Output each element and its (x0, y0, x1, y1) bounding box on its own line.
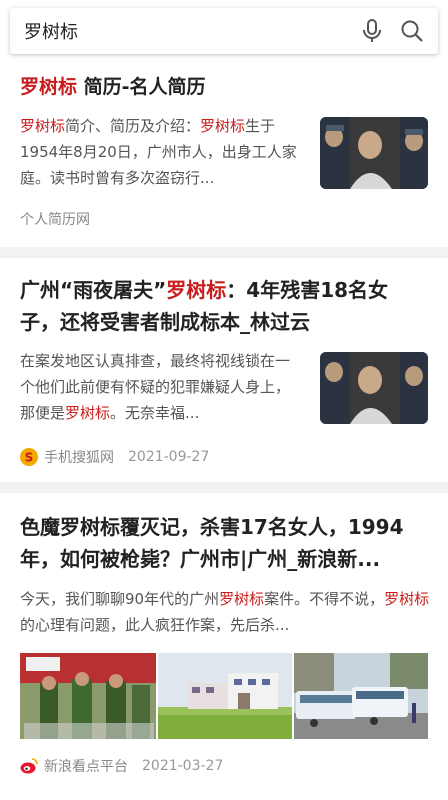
result-1-snippet-segment: 罗树标 (200, 117, 246, 135)
result-3-snippet-segment: 案件。不得不说， (264, 590, 385, 608)
result-3-image-2[interactable] (158, 653, 292, 739)
result-2-snippet-segment: 。无奈幸福... (110, 404, 200, 422)
result-3-snippet: 今天，我们聊聊90年代的广州罗树标案件。不得不说，罗树标的心理有问题，此人疯狂作… (20, 586, 430, 638)
result-1-thumbnail[interactable] (320, 117, 428, 189)
search-input[interactable]: 罗树标 (10, 18, 352, 44)
result-3-snippet-segment: 罗树标 (384, 590, 430, 608)
sohu-icon: S (20, 448, 38, 466)
microphone-icon[interactable] (352, 11, 392, 51)
result-3-snippet-segment: 的心理有问题，此人疯狂作案，先后杀... (20, 616, 290, 634)
result-3-snippet-segment: 罗树标 (219, 590, 265, 608)
result-3-snippet-segment: 今天，我们聊聊90年代的广州 (20, 590, 220, 608)
result-2-thumbnail[interactable] (320, 352, 428, 424)
result-2-title[interactable]: 广州“雨夜屠夫”罗树标：4年残害18名女子，还将受害者制成标本_林过云 (20, 274, 428, 338)
result-1-snippet-segment: 罗树标 (20, 117, 66, 135)
result-2-source: S 手机搜狐网 2021-09-27 (20, 447, 209, 467)
result-2-title-segment: 广州“雨夜屠夫” (20, 278, 167, 302)
result-1-source: 个人简历网 (20, 212, 90, 228)
result-3-title[interactable]: 色魔罗树标覆灭记，杀害17名女人，1994年，如何被枪毙？广州市|广州_新浪新.… (20, 511, 428, 575)
svg-text:S: S (25, 451, 34, 465)
result-1-snippet: 罗树标简介、简历及介绍：罗树标生于1954年8月20日，广州市人，出身工人家庭。… (20, 113, 302, 191)
result-3-image-3[interactable] (294, 653, 428, 739)
result-3-image-1[interactable] (20, 653, 156, 739)
result-2-title-segment: 罗树标 (166, 278, 227, 302)
result-2-snippet-segment: 罗树标 (65, 404, 111, 422)
result-2-snippet: 在案发地区认真排查，最终将视线锁在一个他们此前便有怀疑的犯罪嫌疑人身上，那便是罗… (20, 348, 302, 426)
search-bar[interactable]: 罗树标 (10, 8, 438, 54)
result-1-snippet-segment: 简介、简历及介绍： (65, 117, 201, 135)
search-icon[interactable] (392, 11, 432, 51)
result-3-source: 新浪看点平台 2021-03-27 (20, 756, 223, 776)
result-1-title[interactable]: 罗树标 简历-名人简历 (20, 72, 206, 99)
weibo-icon (20, 757, 38, 775)
